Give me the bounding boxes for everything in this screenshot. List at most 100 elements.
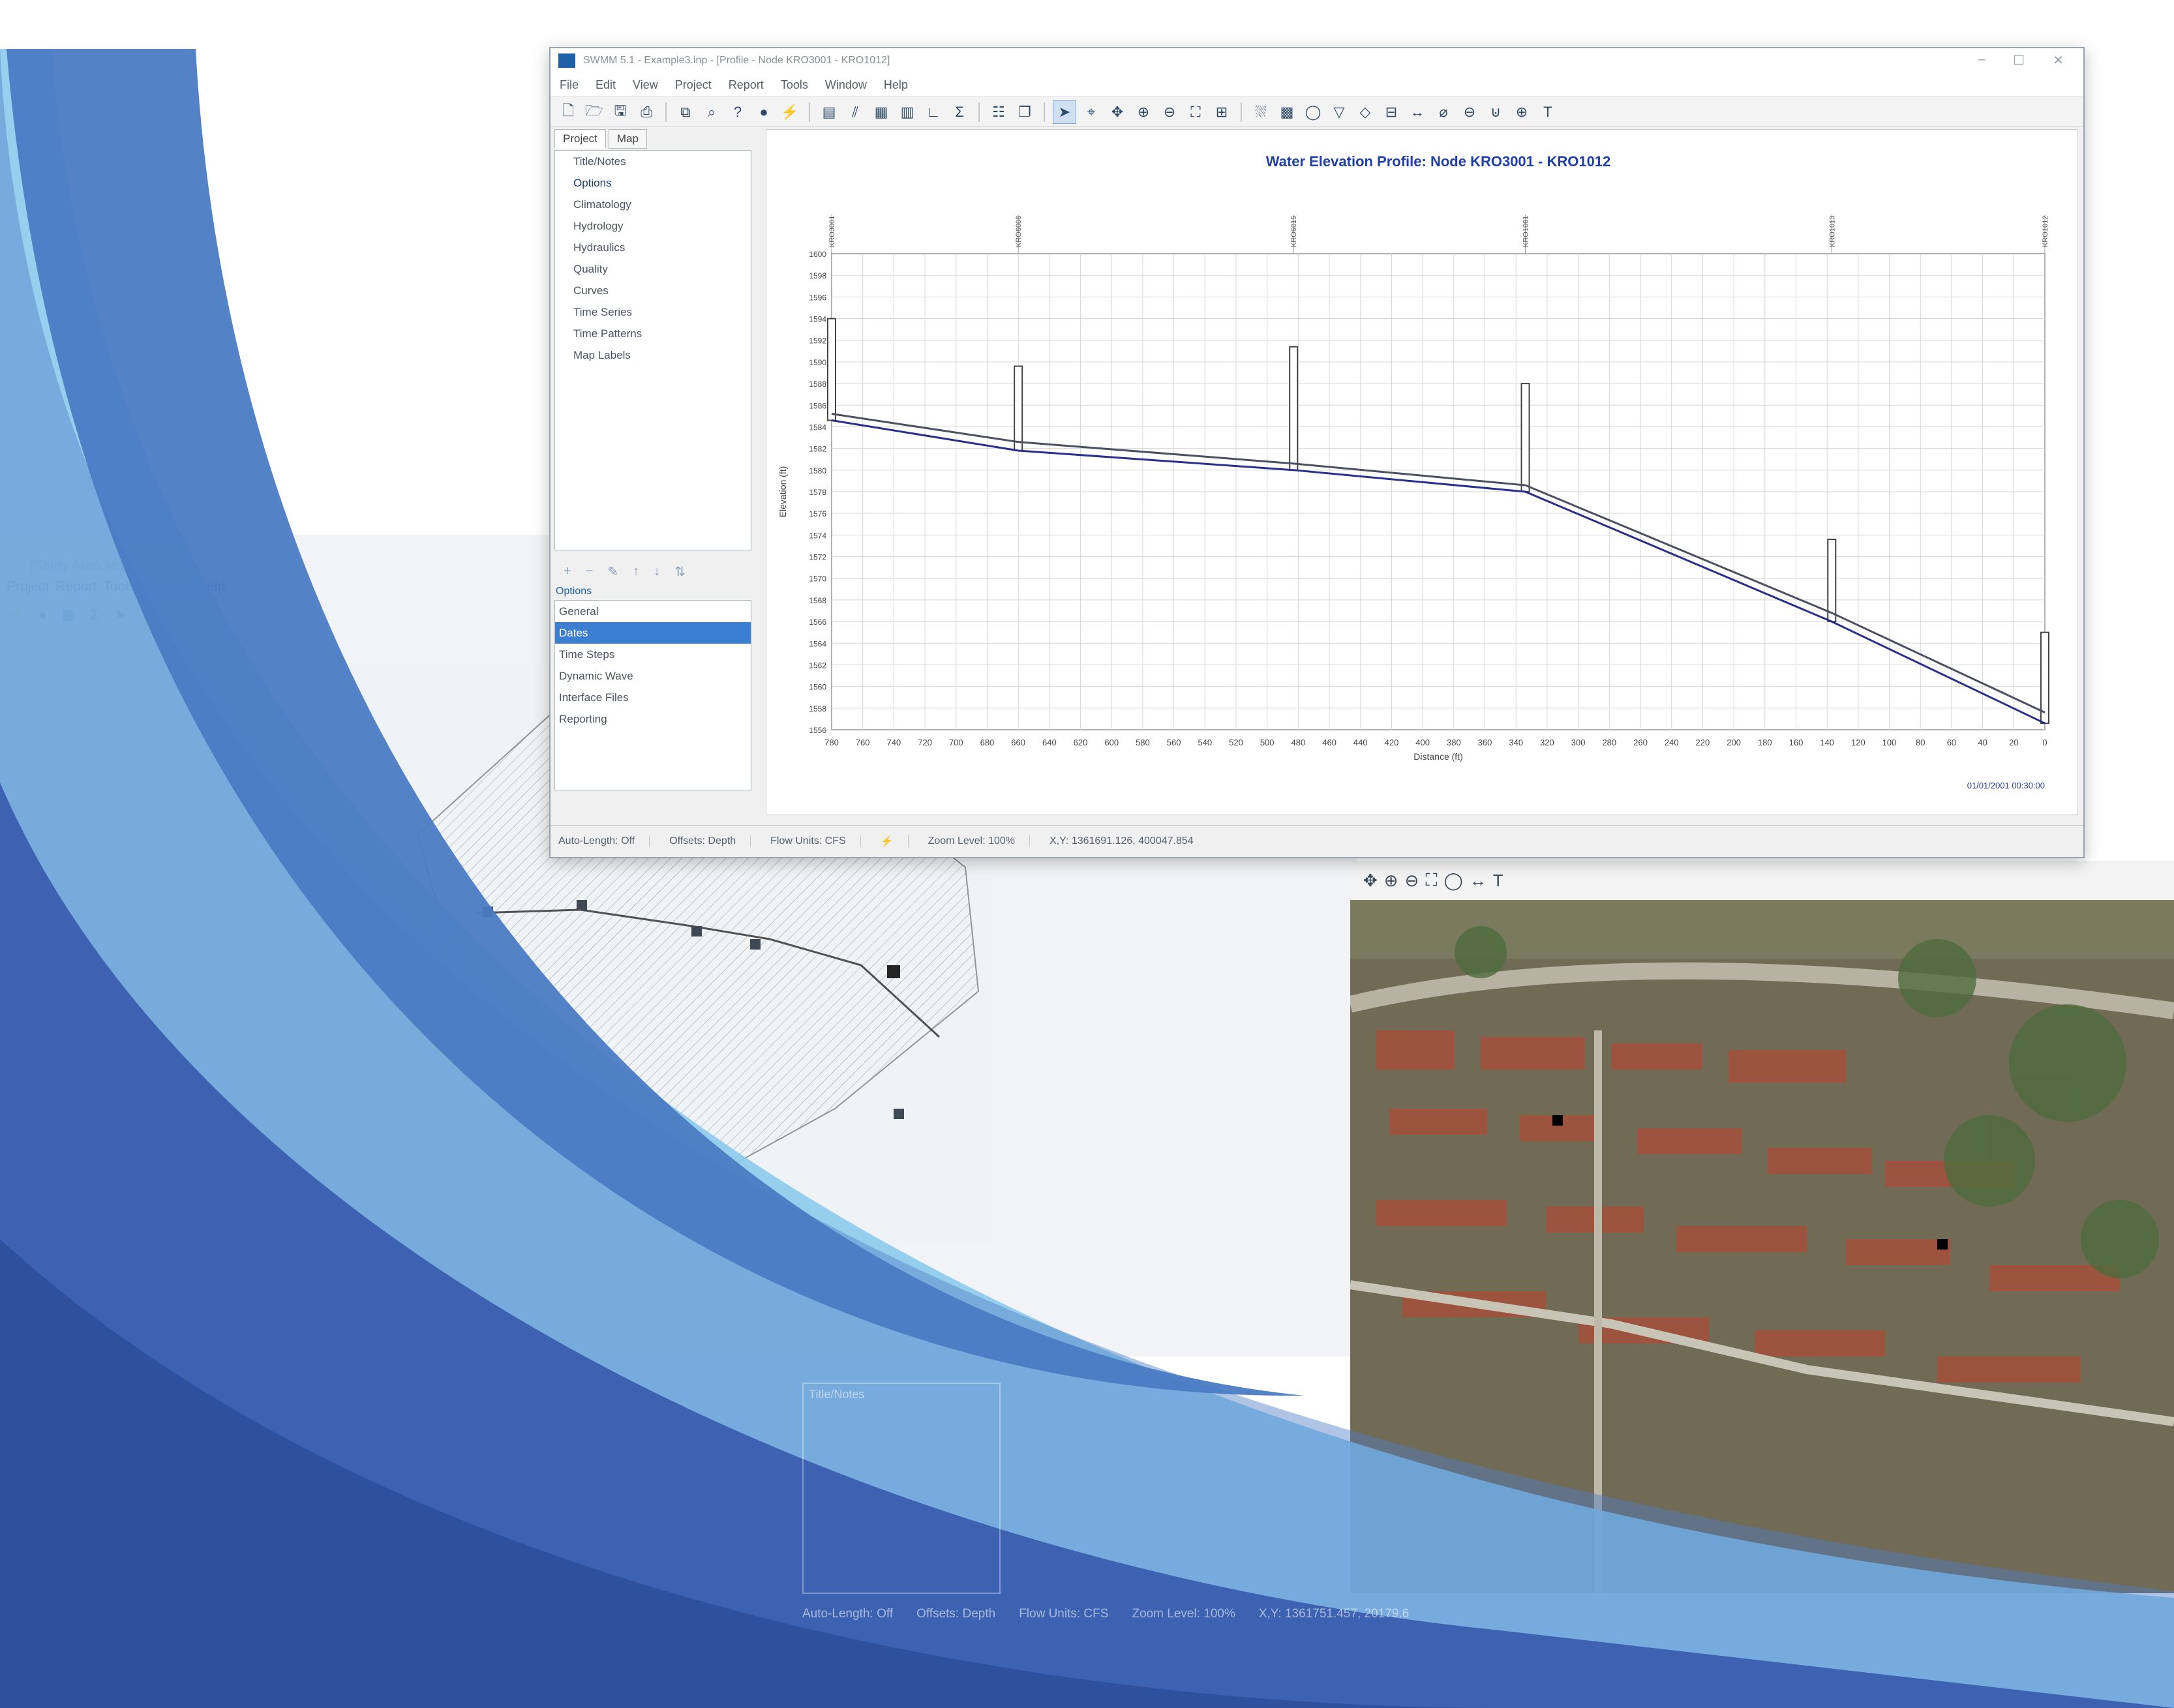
status-flow-units[interactable]: Flow Units: CFS	[770, 835, 861, 847]
zoom-out-icon[interactable]: ⊖	[1158, 101, 1181, 123]
option-general[interactable]: General	[555, 601, 751, 622]
status-auto-length[interactable]: Auto-Length: Off	[558, 835, 650, 847]
minimize-icon[interactable]: –	[1978, 52, 1985, 67]
tree-item-curves[interactable]: Curves	[555, 280, 751, 301]
option-dates[interactable]: Dates	[555, 622, 751, 644]
maximize-icon[interactable]: ☐	[2013, 52, 2025, 68]
tree-item-quality[interactable]: Quality	[555, 258, 751, 280]
option-reporting[interactable]: Reporting	[555, 708, 751, 730]
option-dynamic-wave[interactable]: Dynamic Wave	[555, 665, 751, 687]
new-file-icon[interactable]: 🗋	[557, 101, 579, 123]
junction-icon[interactable]: ◯	[1302, 101, 1324, 123]
satellite-map-view[interactable]	[1350, 900, 2174, 1593]
bg-menu-project[interactable]: Project	[7, 579, 49, 595]
tree-item-climatology[interactable]: Climatology	[555, 194, 751, 215]
tree-item-hydrology[interactable]: Hydrology	[555, 215, 751, 237]
menu-tools[interactable]: Tools	[781, 78, 808, 92]
tab-project[interactable]: Project	[554, 129, 606, 149]
profile-plot-icon[interactable]: ⫽	[844, 101, 866, 123]
storage-icon[interactable]: ⊟	[1380, 101, 1402, 123]
bg-menu-window[interactable]: Window	[142, 579, 190, 595]
full-extent-icon[interactable]: ⛶	[1185, 101, 1207, 123]
menu-view[interactable]: View	[633, 78, 658, 92]
select-pointer-icon[interactable]: ➤	[1053, 100, 1076, 124]
bg-menu-help[interactable]: Help	[197, 579, 225, 595]
weir-icon[interactable]: ⊍	[1485, 101, 1507, 123]
zoom-in-icon[interactable]: ⊕	[1132, 101, 1155, 123]
select-vertex-icon[interactable]: ⌖	[1080, 101, 1102, 123]
tree-item-title-notes[interactable]: Title/Notes	[555, 151, 751, 172]
tree-item-time-patterns[interactable]: Time Patterns	[555, 323, 751, 344]
outlet-icon[interactable]: ⊕	[1511, 101, 1533, 123]
junction-node	[750, 939, 761, 950]
bg-sum-icon[interactable]: Σ	[85, 605, 104, 625]
menu-edit[interactable]: Edit	[596, 78, 616, 92]
time-series-icon[interactable]: ▦	[870, 101, 892, 123]
orifice-icon[interactable]: ⊖	[1458, 101, 1481, 123]
move-up-icon[interactable]: ↑	[633, 564, 639, 579]
run-icon[interactable]: ●	[753, 101, 775, 123]
scatter-plot-icon[interactable]: ∟	[922, 101, 944, 123]
bg-run-icon[interactable]: ⚡	[7, 605, 26, 625]
menu-report[interactable]: Report	[729, 78, 764, 92]
tree-item-map-labels[interactable]: Map Labels	[555, 344, 751, 366]
find-icon[interactable]: ⌕	[701, 101, 723, 123]
pan-icon[interactable]: ✥	[1106, 101, 1128, 123]
delete-object-icon[interactable]: −	[586, 564, 594, 579]
bg-globe-icon[interactable]: ●	[33, 605, 52, 625]
bg-pointer-icon[interactable]: ➤	[111, 605, 130, 625]
menu-project[interactable]: Project	[675, 78, 712, 92]
options-icon[interactable]: ☷	[988, 101, 1010, 123]
query-icon[interactable]: ?	[727, 101, 749, 123]
tree-item-time-series[interactable]: Time Series	[555, 301, 751, 323]
statistics-icon[interactable]: Σ	[948, 101, 971, 123]
arrange-windows-icon[interactable]: ❐	[1014, 101, 1036, 123]
menu-file[interactable]: File	[560, 78, 579, 92]
x-tick-label: 520	[1229, 738, 1243, 747]
tree-item-hydraulics[interactable]: Hydraulics	[555, 237, 751, 258]
sat-link-icon[interactable]: ↔	[1470, 871, 1487, 891]
sat-full-extent-icon[interactable]: ⛶	[1425, 870, 1437, 891]
rain-gage-icon[interactable]: ⛆	[1250, 101, 1272, 123]
bg-status-flow-units[interactable]: Flow Units: CFS	[118, 1336, 207, 1351]
y-tick-label: 1570	[809, 575, 826, 584]
conduit-icon[interactable]: ↔	[1406, 101, 1428, 123]
menu-window[interactable]: Window	[825, 78, 867, 92]
bg-zoom-icon[interactable]: ⌕	[137, 605, 157, 625]
sat-node-icon[interactable]: ◯	[1444, 871, 1463, 891]
edit-object-icon[interactable]: ✎	[607, 563, 618, 580]
table-icon[interactable]: ▥	[896, 101, 918, 123]
sat-zoom-out-icon[interactable]: ⊖	[1405, 871, 1419, 891]
node-name-label: KRO6015	[1290, 216, 1298, 247]
y-tick-label: 1560	[809, 683, 826, 692]
open-folder-icon[interactable]: 🗁	[583, 101, 605, 123]
close-icon[interactable]: ✕	[2053, 52, 2064, 68]
add-object-icon[interactable]: +	[564, 564, 571, 579]
tab-map[interactable]: Map	[608, 129, 647, 149]
move-down-icon[interactable]: ↓	[654, 564, 660, 579]
status-offsets[interactable]: Offsets: Depth	[669, 835, 751, 847]
sat-pan-icon[interactable]: ✥	[1363, 871, 1378, 891]
outfall-icon[interactable]: ▽	[1328, 101, 1350, 123]
label-text-icon[interactable]: T	[1537, 101, 1559, 123]
bg-table-icon[interactable]: ▦	[59, 605, 78, 625]
bg-menu-report[interactable]: Report	[55, 579, 97, 595]
report-icon[interactable]: ▤	[818, 101, 840, 123]
bg-status-offsets[interactable]: Offsets: Depth	[13, 1336, 92, 1351]
sort-icon[interactable]: ⇅	[674, 563, 686, 580]
sat-zoom-in-icon[interactable]: ⊕	[1384, 871, 1398, 891]
measure-icon[interactable]: ⊞	[1211, 101, 1233, 123]
subcatchment-icon[interactable]: ▩	[1276, 101, 1298, 123]
pump-icon[interactable]: ⌀	[1432, 101, 1455, 123]
option-time-steps[interactable]: Time Steps	[555, 644, 751, 665]
save-icon[interactable]: 🖫	[609, 101, 631, 123]
sat-text-icon[interactable]: T	[1493, 871, 1503, 891]
print-icon[interactable]: ⎙	[635, 101, 657, 123]
tree-item-options[interactable]: Options	[555, 172, 751, 194]
option-interface-files[interactable]: Interface Files	[555, 687, 751, 708]
menu-help[interactable]: Help	[884, 78, 908, 92]
divider-icon[interactable]: ◇	[1354, 101, 1376, 123]
copy-icon[interactable]: ⧉	[674, 101, 697, 123]
bg-menu-tools[interactable]: Tools	[103, 579, 135, 595]
calibration-icon[interactable]: ⚡	[779, 101, 801, 123]
